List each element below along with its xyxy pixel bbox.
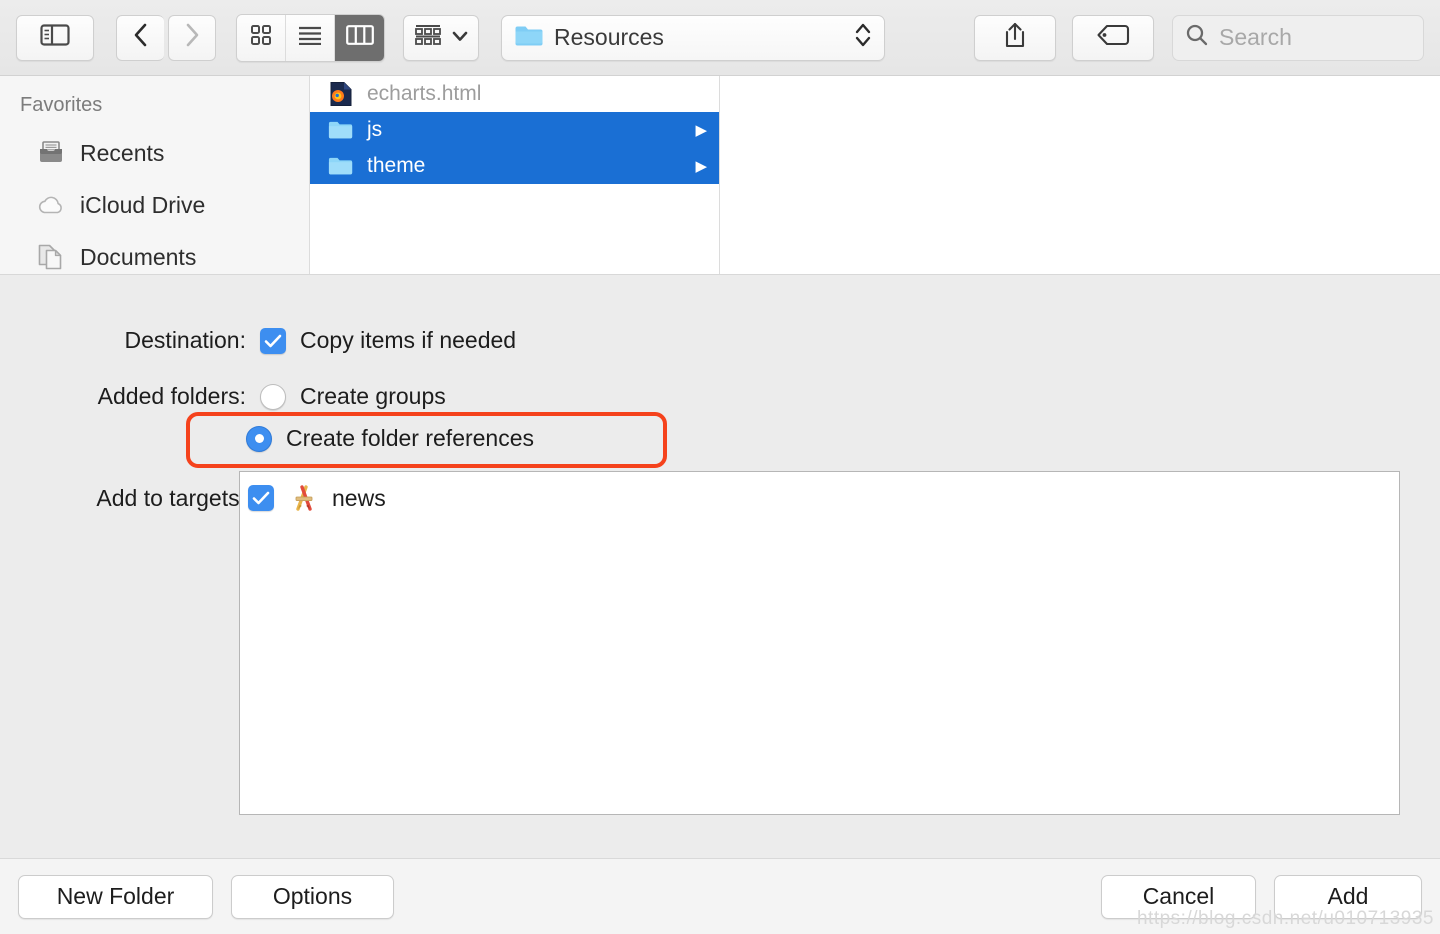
sidebar-item-label: Recents: [80, 139, 165, 166]
sidebar-item-documents[interactable]: Documents: [0, 231, 309, 274]
watermark: https://blog.csdn.net/u010713935: [1136, 908, 1434, 929]
favorites-header: Favorites: [20, 94, 103, 116]
file-name: js: [367, 118, 383, 141]
path-label: Resources: [554, 24, 664, 50]
list-icon: [297, 25, 323, 50]
documents-icon: [36, 242, 66, 272]
destination-row: Destination: Copy items if needed: [88, 327, 708, 354]
icloud-icon: [36, 190, 66, 220]
toolbar: Resources Search: [0, 0, 1440, 76]
favorites-sidebar: Favorites Recents iCloud Drive Documents: [0, 76, 310, 274]
tags-button[interactable]: [1072, 14, 1154, 61]
sidebar-item-icloud-drive[interactable]: iCloud Drive: [0, 179, 309, 231]
share-button[interactable]: [974, 14, 1056, 61]
back-button[interactable]: [116, 14, 164, 61]
chevron-down-icon: [452, 29, 468, 47]
file-browser: Favorites Recents iCloud Drive Documents…: [0, 76, 1440, 275]
file-row[interactable]: js ▶: [310, 112, 719, 148]
create-folder-references-row[interactable]: Create folder references: [246, 425, 716, 452]
grid-icon: [250, 24, 272, 51]
create-groups-label: Create groups: [300, 383, 446, 409]
stepper-icon[interactable]: [854, 20, 872, 55]
sidebar-item-recents[interactable]: Recents: [0, 127, 309, 179]
options-button[interactable]: Options: [231, 874, 394, 919]
add-to-targets-row: Add to targets:: [53, 485, 246, 512]
added-folders-label: Added folders:: [97, 383, 246, 409]
path-popup-button[interactable]: Resources: [501, 14, 885, 61]
file-name: echarts.html: [367, 82, 482, 105]
create-groups-radio[interactable]: [260, 383, 286, 410]
group-by-icon: [414, 23, 442, 52]
sidebar-toggle-icon: [40, 23, 70, 52]
target-name: news: [332, 484, 386, 511]
search-placeholder: Search: [1219, 24, 1292, 50]
columns-icon: [345, 25, 374, 50]
html-file-icon: [328, 81, 354, 107]
sidebar-item-label: iCloud Drive: [80, 191, 206, 218]
copy-items-label: Copy items if needed: [300, 327, 517, 353]
create-folder-references-radio[interactable]: [246, 425, 272, 452]
preview-column: [720, 76, 1440, 274]
file-column: echarts.html js ▶ theme ▶: [310, 76, 720, 274]
options-panel: Destination: Copy items if needed Added …: [0, 275, 1440, 858]
search-icon: [1185, 23, 1209, 52]
added-folders-row: Added folders: Create groups: [53, 383, 693, 410]
new-folder-button[interactable]: New Folder: [18, 874, 213, 919]
share-icon: [1003, 21, 1027, 54]
forward-button[interactable]: [167, 14, 216, 61]
column-view-button[interactable]: [335, 14, 384, 61]
add-to-targets-label: Add to targets:: [96, 485, 246, 511]
file-row[interactable]: theme ▶: [310, 148, 719, 184]
file-name: theme: [367, 154, 426, 177]
group-by-button[interactable]: [403, 14, 479, 61]
folder-icon: [514, 23, 544, 52]
xcode-app-icon: [288, 482, 320, 514]
folder-icon: [328, 117, 354, 143]
tag-icon: [1096, 24, 1130, 51]
view-mode-segmented-control: [236, 13, 385, 62]
list-view-button[interactable]: [286, 14, 335, 61]
toolbar-right-group: Search: [974, 14, 1424, 61]
create-folder-references-label: Create folder references: [286, 425, 535, 451]
dialog-footer: New Folder Options Cancel Add https://bl…: [0, 858, 1440, 934]
file-row[interactable]: echarts.html: [310, 76, 719, 112]
sidebar-item-label: Documents: [80, 243, 197, 270]
disclosure-arrow-icon: ▶: [695, 158, 707, 175]
recents-icon: [36, 138, 66, 168]
target-checkbox[interactable]: [248, 485, 274, 511]
chevron-right-icon: [183, 22, 200, 53]
navigation-buttons: [116, 14, 216, 61]
search-input[interactable]: Search: [1172, 14, 1424, 61]
target-row[interactable]: news: [240, 472, 1399, 514]
sidebar-toggle-button[interactable]: [16, 14, 94, 61]
icon-view-button[interactable]: [237, 14, 286, 61]
folder-icon: [328, 153, 354, 179]
copy-items-checkbox[interactable]: [260, 327, 286, 354]
disclosure-arrow-icon: ▶: [695, 122, 707, 139]
targets-list: news: [239, 471, 1400, 815]
add-files-dialog: Resources Search Favorites Recents iClou…: [0, 0, 1440, 934]
destination-label: Destination:: [124, 327, 246, 353]
chevron-left-icon: [132, 22, 149, 53]
